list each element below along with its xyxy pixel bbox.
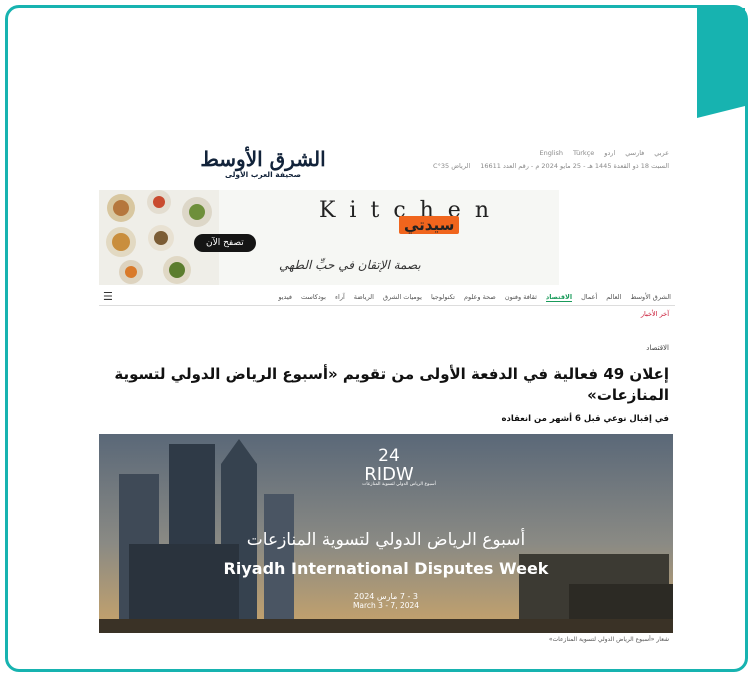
ridw-logo-caption: أسبوع الرياض الدولي لتسوية المنازعات [362,482,436,487]
ad-slogan: بصمة الإتقان في حبِّ الطهي [279,258,421,272]
logo-tagline: صحيفة العرب الأولى [225,170,301,179]
main-navigation: الشرق الأوسط العالم أعمال الاقتصاد ثقافة… [103,290,671,304]
ridw-logo-number: 24 [378,446,400,466]
article-subheadline: في إقبال نوعي قبل 6 أشهر من انعقاده [501,414,669,424]
nav-item[interactable]: فيديو [278,293,292,301]
nav-divider [99,305,675,306]
nav-item[interactable]: الشرق الأوسط [630,293,671,301]
article-headline: إعلان 49 فعالية في الدفعة الأولى من تقوي… [114,365,669,404]
language-link[interactable]: Türkçe [573,149,594,157]
date-text: السبت 18 ذو القعدة 1445 هـ - 25 مايو 202… [480,162,669,170]
language-link[interactable]: فارسي [625,149,644,157]
nav-item[interactable]: آراء [335,293,345,301]
nav-item[interactable]: بودكاست [301,293,326,301]
top-bar: عربي فارسي اردو Türkçe English السبت 18 … [105,149,669,170]
event-title-english: Riyadh International Disputes Week [223,559,549,578]
language-link[interactable]: عربي [654,149,669,157]
section-label[interactable]: الاقتصاد [646,344,669,352]
breaking-news-label[interactable]: آخر الأخبار [641,310,669,318]
nav-item[interactable]: الرياضة [354,293,374,301]
event-dates-arabic: 3 - 7 مارس 2024 [354,592,418,601]
nav-item[interactable]: تكنولوجيا [431,293,455,301]
article-hero-image: 24 RIDW أسبوع الرياض الدولي لتسوية المنا… [99,434,673,633]
ad-browse-button[interactable]: تصفح الآن [194,234,256,252]
site-logo[interactable]: الشرق الأوسط صحيفة العرب الأولى [193,148,333,179]
corner-ribbon [697,8,745,118]
language-switcher[interactable]: عربي فارسي اردو Türkçe English [540,149,669,157]
ad-brand: سيدتي [399,216,460,234]
image-caption: شعار «أسبوع الرياض الدولي لتسوية المنازع… [548,636,669,643]
webpage-screenshot: عربي فارسي اردو Türkçe English السبت 18 … [93,142,681,648]
event-dates-english: March 3 - 7, 2024 [352,601,420,610]
nav-item[interactable]: أعمال [581,293,597,301]
weather-text: الرياض 35°C [433,162,471,170]
hamburger-icon[interactable]: ☰ [103,290,113,303]
nav-item[interactable]: صحة وعلوم [464,293,496,301]
advertisement-banner[interactable]: Kitchen سيدتي تصفح الآن بصمة الإتقان في … [99,190,559,285]
event-title-arabic: أسبوع الرياض الدولي لتسوية المنازعات [246,530,526,550]
logo-title: الشرق الأوسط [200,147,326,171]
nav-item-active[interactable]: الاقتصاد [545,293,573,302]
date-line: السبت 18 ذو القعدة 1445 هـ - 25 مايو 202… [433,162,669,170]
nav-item[interactable]: العالم [606,293,621,301]
language-link[interactable]: اردو [604,149,615,157]
language-link[interactable]: English [540,149,563,157]
nav-item[interactable]: ثقافة وفنون [505,293,537,301]
nav-item[interactable]: يوميات الشرق [383,293,422,301]
